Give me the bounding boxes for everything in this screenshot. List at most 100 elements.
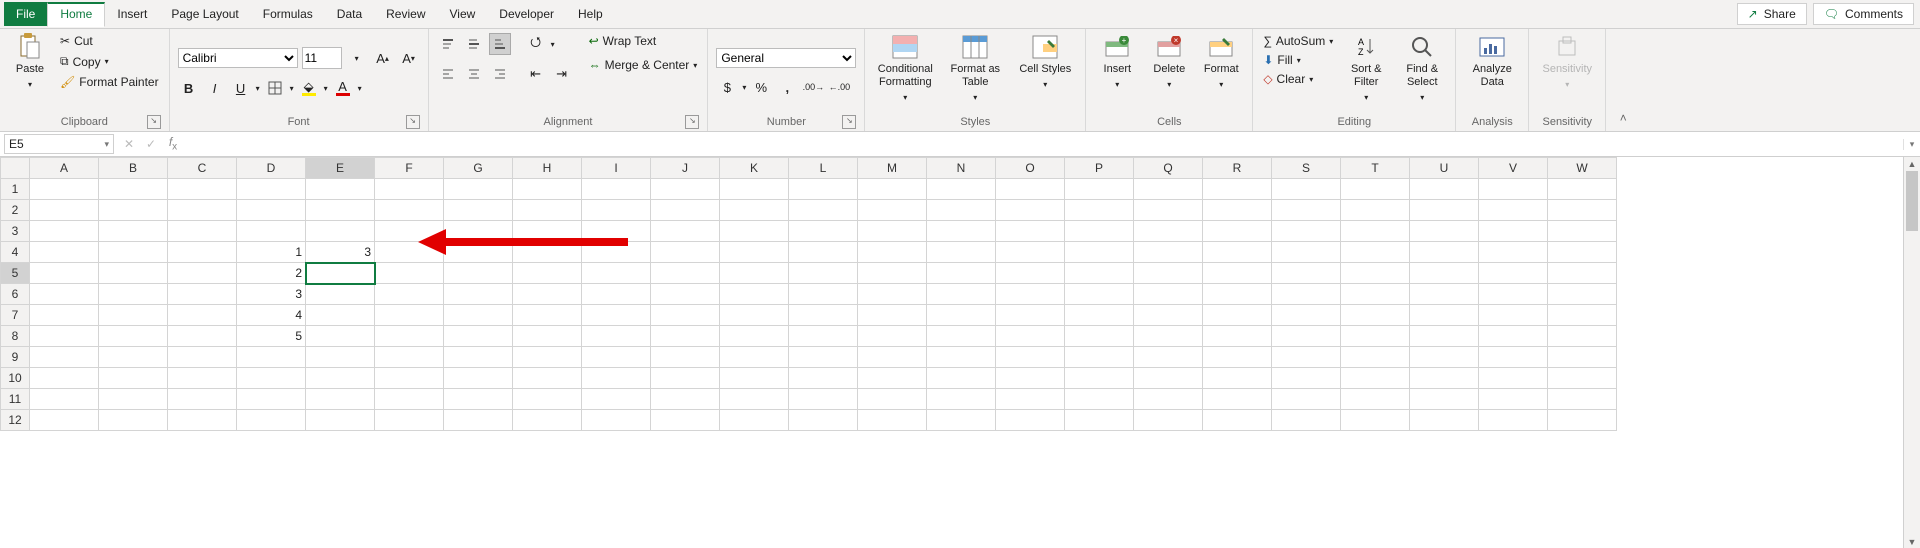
comments-button[interactable]: 🗨 Comments xyxy=(1813,3,1914,25)
row-header-7[interactable]: 7 xyxy=(1,305,30,326)
cell-Q5[interactable] xyxy=(1134,263,1203,284)
cell-K9[interactable] xyxy=(720,347,789,368)
tab-home[interactable]: Home xyxy=(47,2,105,27)
cell-T7[interactable] xyxy=(1341,305,1410,326)
cell-P4[interactable] xyxy=(1065,242,1134,263)
cell-V11[interactable] xyxy=(1479,389,1548,410)
formula-input[interactable] xyxy=(184,135,1903,153)
cell-G6[interactable] xyxy=(444,284,513,305)
cell-B12[interactable] xyxy=(99,410,168,431)
cell-W2[interactable] xyxy=(1548,200,1617,221)
cell-S6[interactable] xyxy=(1272,284,1341,305)
cell-F5[interactable] xyxy=(375,263,444,284)
cell-N3[interactable] xyxy=(927,221,996,242)
cell-B9[interactable] xyxy=(99,347,168,368)
cell-T10[interactable] xyxy=(1341,368,1410,389)
cell-P1[interactable] xyxy=(1065,179,1134,200)
cell-E2[interactable] xyxy=(306,200,375,221)
cell-Q8[interactable] xyxy=(1134,326,1203,347)
expand-formula-bar[interactable]: ▾ xyxy=(1903,139,1920,150)
cell-J6[interactable] xyxy=(651,284,720,305)
cell-A5[interactable] xyxy=(30,263,99,284)
cell-A10[interactable] xyxy=(30,368,99,389)
cell-J10[interactable] xyxy=(651,368,720,389)
cell-S3[interactable] xyxy=(1272,221,1341,242)
cell-G3[interactable] xyxy=(444,221,513,242)
cell-K8[interactable] xyxy=(720,326,789,347)
cell-S11[interactable] xyxy=(1272,389,1341,410)
cell-D4[interactable]: 1 xyxy=(237,242,306,263)
cell-J11[interactable] xyxy=(651,389,720,410)
cell-E12[interactable] xyxy=(306,410,375,431)
increase-font-button[interactable]: A▴ xyxy=(372,47,394,69)
cell-L12[interactable] xyxy=(789,410,858,431)
cell-V7[interactable] xyxy=(1479,305,1548,326)
cell-M12[interactable] xyxy=(858,410,927,431)
row-header-4[interactable]: 4 xyxy=(1,242,30,263)
cell-H6[interactable] xyxy=(513,284,582,305)
analyze-data-button[interactable]: Analyze Data xyxy=(1464,33,1520,89)
cell-L4[interactable] xyxy=(789,242,858,263)
cell-M10[interactable] xyxy=(858,368,927,389)
cell-I2[interactable] xyxy=(582,200,651,221)
cell-D7[interactable]: 4 xyxy=(237,305,306,326)
cell-T3[interactable] xyxy=(1341,221,1410,242)
cell-R1[interactable] xyxy=(1203,179,1272,200)
cell-S7[interactable] xyxy=(1272,305,1341,326)
cell-W6[interactable] xyxy=(1548,284,1617,305)
cell-S4[interactable] xyxy=(1272,242,1341,263)
cell-S1[interactable] xyxy=(1272,179,1341,200)
cell-O10[interactable] xyxy=(996,368,1065,389)
cell-H11[interactable] xyxy=(513,389,582,410)
column-header-F[interactable]: F xyxy=(375,158,444,179)
cell-O1[interactable] xyxy=(996,179,1065,200)
cell-A8[interactable] xyxy=(30,326,99,347)
cell-V4[interactable] xyxy=(1479,242,1548,263)
cell-A12[interactable] xyxy=(30,410,99,431)
cell-T6[interactable] xyxy=(1341,284,1410,305)
column-header-R[interactable]: R xyxy=(1203,158,1272,179)
cell-I5[interactable] xyxy=(582,263,651,284)
column-header-W[interactable]: W xyxy=(1548,158,1617,179)
column-header-I[interactable]: I xyxy=(582,158,651,179)
merge-center-button[interactable]: ⇔Merge & Center▾ xyxy=(587,57,700,73)
cell-E8[interactable] xyxy=(306,326,375,347)
cell-W10[interactable] xyxy=(1548,368,1617,389)
scroll-thumb[interactable] xyxy=(1906,171,1918,231)
cell-J4[interactable] xyxy=(651,242,720,263)
cell-R3[interactable] xyxy=(1203,221,1272,242)
cell-I1[interactable] xyxy=(582,179,651,200)
cell-E4[interactable]: 3 xyxy=(306,242,375,263)
cell-W11[interactable] xyxy=(1548,389,1617,410)
cell-C11[interactable] xyxy=(168,389,237,410)
cell-H7[interactable] xyxy=(513,305,582,326)
cell-S8[interactable] xyxy=(1272,326,1341,347)
column-header-O[interactable]: O xyxy=(996,158,1065,179)
cell-G11[interactable] xyxy=(444,389,513,410)
cell-I11[interactable] xyxy=(582,389,651,410)
cell-O4[interactable] xyxy=(996,242,1065,263)
cell-L10[interactable] xyxy=(789,368,858,389)
column-header-A[interactable]: A xyxy=(30,158,99,179)
cell-H12[interactable] xyxy=(513,410,582,431)
cell-L11[interactable] xyxy=(789,389,858,410)
cell-A7[interactable] xyxy=(30,305,99,326)
cell-F1[interactable] xyxy=(375,179,444,200)
cell-P2[interactable] xyxy=(1065,200,1134,221)
italic-button[interactable]: I xyxy=(204,77,226,99)
cell-U1[interactable] xyxy=(1410,179,1479,200)
cell-H8[interactable] xyxy=(513,326,582,347)
decrease-indent-button[interactable]: ⇤ xyxy=(525,63,547,85)
cell-W7[interactable] xyxy=(1548,305,1617,326)
cell-G5[interactable] xyxy=(444,263,513,284)
clipboard-launcher[interactable]: ↘ xyxy=(147,115,161,129)
cell-J5[interactable] xyxy=(651,263,720,284)
row-header-10[interactable]: 10 xyxy=(1,368,30,389)
collapse-ribbon-button[interactable]: ˄ xyxy=(1606,29,1640,131)
cell-L3[interactable] xyxy=(789,221,858,242)
cell-C8[interactable] xyxy=(168,326,237,347)
cell-Q4[interactable] xyxy=(1134,242,1203,263)
tab-page-layout[interactable]: Page Layout xyxy=(159,2,250,26)
cell-B1[interactable] xyxy=(99,179,168,200)
comma-format-button[interactable]: , xyxy=(776,76,798,98)
